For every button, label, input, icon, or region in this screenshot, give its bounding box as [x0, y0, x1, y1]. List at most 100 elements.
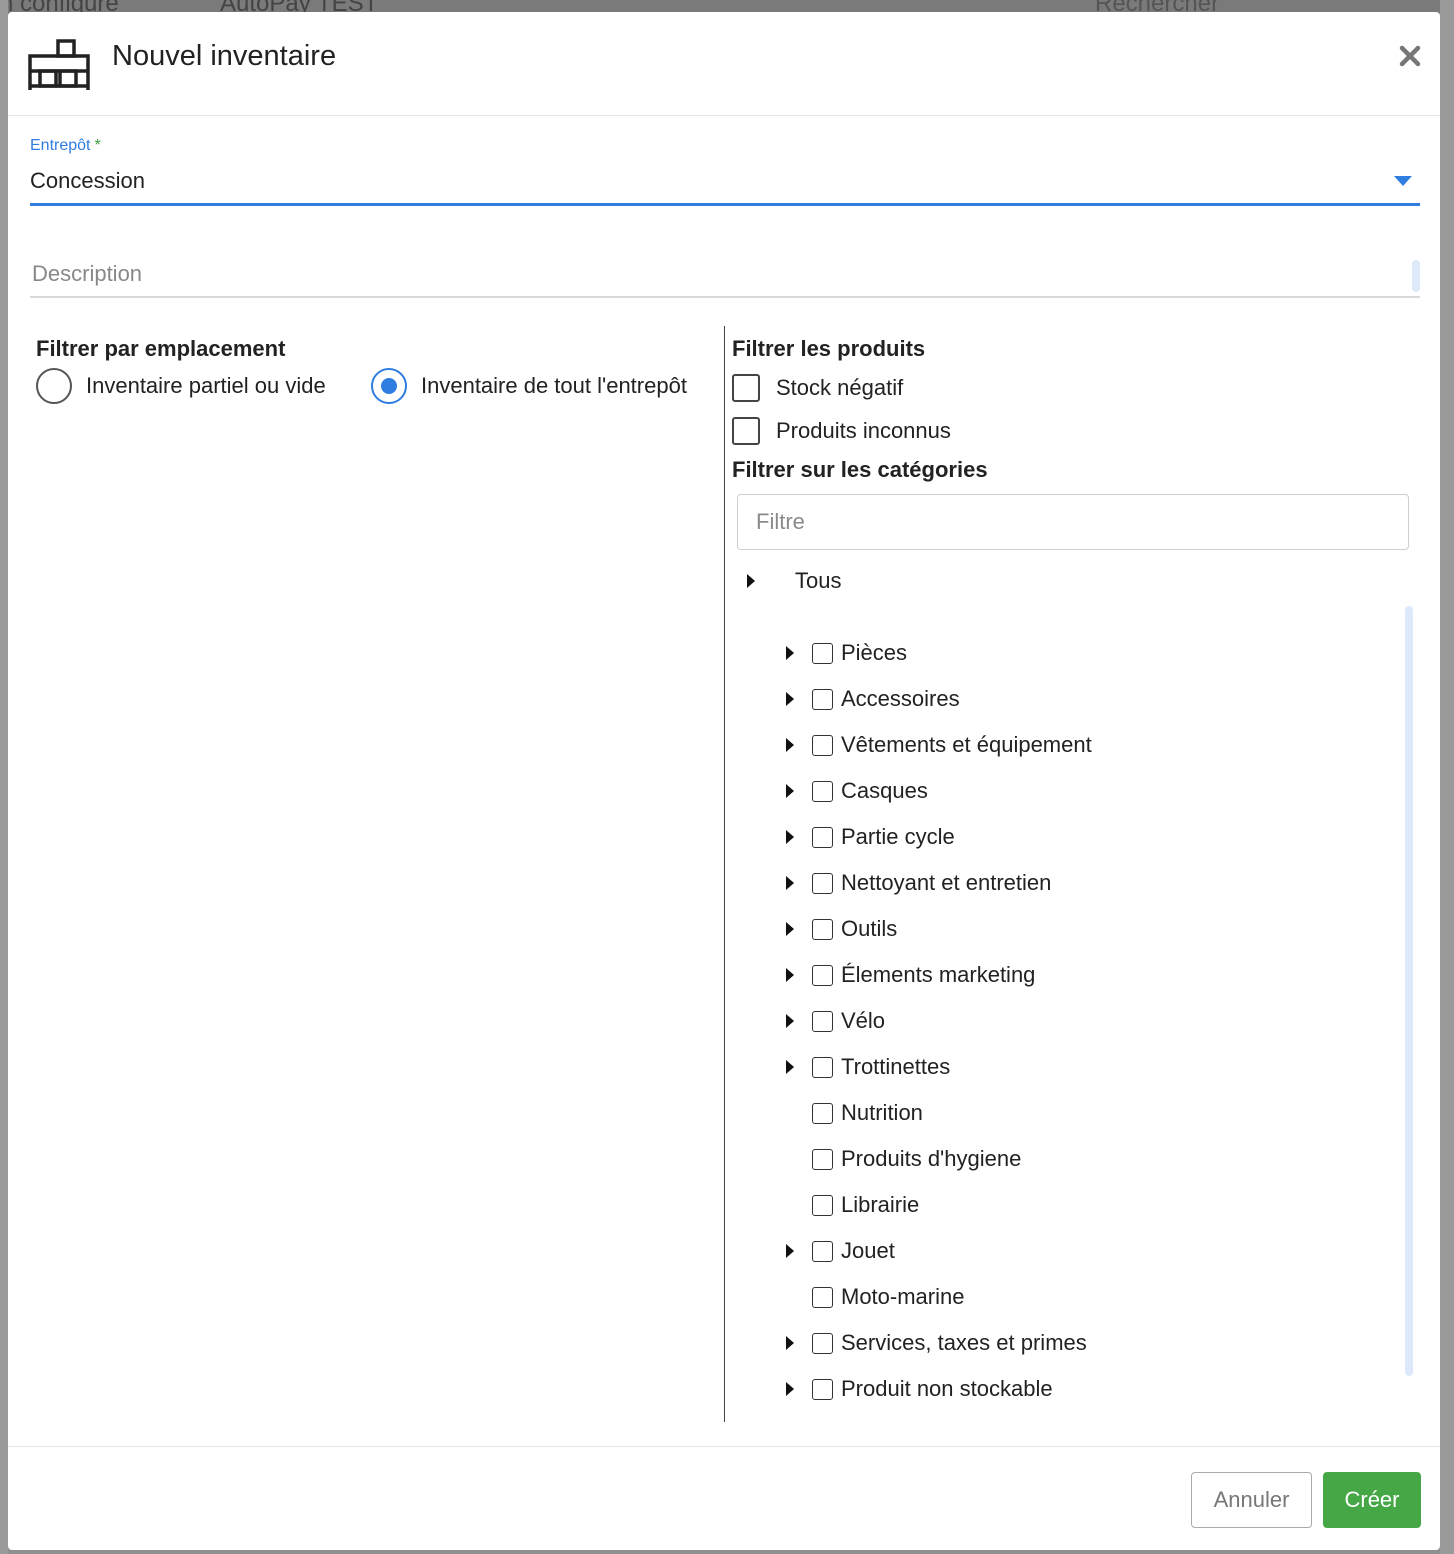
category-tree-item[interactable]: Jouet [778, 1228, 1398, 1274]
column-divider [724, 326, 725, 1422]
category-checkbox[interactable] [812, 642, 833, 664]
category-tree-item[interactable]: Partie cycle [778, 814, 1398, 860]
category-label: Librairie [841, 1192, 920, 1217]
category-checkbox[interactable] [812, 734, 833, 756]
expand-toggle[interactable] [778, 872, 804, 894]
category-label: Vélo [841, 1008, 886, 1033]
category-tree-item[interactable]: Vélo [778, 998, 1398, 1044]
category-checkbox[interactable] [812, 1010, 833, 1032]
category-tree-item[interactable]: Produit non stockable [778, 1366, 1398, 1412]
category-tree-item[interactable]: Moto-marine [778, 1274, 1398, 1320]
category-checkbox[interactable] [812, 826, 833, 848]
cancel-button[interactable]: Annuler [1191, 1472, 1312, 1528]
dialog-title: Nouvel inventaire [112, 40, 337, 72]
caret-right-icon[interactable] [786, 1382, 794, 1396]
chevron-down-icon [1394, 176, 1412, 186]
category-tree-item[interactable]: Nettoyant et entretien [778, 860, 1398, 906]
category-checkbox[interactable] [812, 872, 833, 894]
warehouse-label-text: Entrepôt [30, 137, 91, 154]
category-checkbox[interactable] [812, 1240, 833, 1262]
category-tree: Pièces Accessoires Vêtements et équipement… [778, 606, 1418, 1422]
caret-right-icon[interactable] [786, 1336, 794, 1350]
checkbox-unknown-products[interactable]: Produits inconnus [732, 417, 951, 445]
radio-partial-label: Inventaire partiel ou vide [86, 373, 326, 398]
category-checkbox[interactable] [812, 1194, 833, 1216]
expand-toggle[interactable] [778, 1332, 804, 1354]
caret-right-icon[interactable] [786, 738, 794, 752]
close-icon[interactable] [1396, 42, 1424, 70]
negative-stock-checkbox[interactable] [732, 374, 760, 402]
category-label: Trottinettes [841, 1054, 951, 1079]
expand-toggle[interactable] [778, 964, 804, 986]
category-tree-scrollbar[interactable] [1405, 606, 1413, 1376]
category-tree-item[interactable]: Outils [778, 906, 1398, 952]
category-tree-item[interactable]: Consommables [778, 1412, 1398, 1422]
expand-toggle[interactable] [778, 918, 804, 940]
expand-spacer [778, 1194, 804, 1216]
category-tree-item[interactable]: Librairie [778, 1182, 1398, 1228]
category-tree-item[interactable]: Vêtements et équipement [778, 722, 1398, 768]
description-scrollbar[interactable] [1412, 260, 1420, 292]
caret-right-icon[interactable] [786, 692, 794, 706]
background-left-edge [0, 0, 8, 1554]
expand-toggle[interactable] [778, 1240, 804, 1262]
radio-partial-inventory[interactable]: Inventaire partiel ou vide [36, 368, 326, 404]
expand-toggle[interactable] [778, 1056, 804, 1078]
category-checkbox[interactable] [812, 964, 833, 986]
category-checkbox[interactable] [812, 1378, 833, 1400]
category-checkbox[interactable] [812, 1056, 833, 1078]
create-button[interactable]: Créer [1323, 1472, 1421, 1528]
caret-right-icon[interactable] [786, 1014, 794, 1028]
warehouse-field-label: Entrepôt * [30, 137, 101, 155]
expand-toggle[interactable] [778, 688, 804, 710]
caret-right-icon[interactable] [786, 784, 794, 798]
category-checkbox[interactable] [812, 1286, 833, 1308]
radio-full-inventory[interactable]: Inventaire de tout l'entrepôt [371, 368, 687, 404]
category-tree-item[interactable]: Élements marketing [778, 952, 1398, 998]
category-tree-item[interactable]: Nutrition [778, 1090, 1398, 1136]
caret-right-icon[interactable] [786, 646, 794, 660]
category-label: Jouet [841, 1238, 895, 1263]
unknown-products-checkbox[interactable] [732, 417, 760, 445]
category-label: Produit non stockable [841, 1376, 1053, 1401]
category-tree-item[interactable]: Services, taxes et primes [778, 1320, 1398, 1366]
caret-right-icon[interactable] [786, 830, 794, 844]
category-checkbox[interactable] [812, 1148, 833, 1170]
expand-toggle[interactable] [778, 1378, 804, 1400]
category-label: Nutrition [841, 1100, 923, 1125]
category-tree-item[interactable]: Accessoires [778, 676, 1398, 722]
caret-right-icon[interactable] [747, 574, 755, 588]
expand-toggle[interactable] [778, 780, 804, 802]
expand-toggle[interactable] [778, 1010, 804, 1032]
caret-right-icon[interactable] [786, 1060, 794, 1074]
warehouse-select[interactable]: Concession [30, 162, 1420, 206]
expand-toggle[interactable] [778, 826, 804, 848]
description-input[interactable] [30, 260, 1400, 288]
expand-toggle[interactable] [778, 642, 804, 664]
category-tree-item[interactable]: Trottinettes [778, 1044, 1398, 1090]
radio-button-full[interactable] [371, 368, 407, 404]
caret-right-icon[interactable] [786, 1244, 794, 1258]
dialog-header: Nouvel inventaire [8, 12, 1440, 116]
category-tree-item[interactable]: Produits d'hygiene [778, 1136, 1398, 1182]
category-checkbox[interactable] [812, 780, 833, 802]
radio-button-partial[interactable] [36, 368, 72, 404]
category-tree-item[interactable]: Pièces [778, 630, 1398, 676]
category-label: Élements marketing [841, 962, 1036, 987]
unknown-products-label: Produits inconnus [776, 418, 951, 443]
caret-right-icon[interactable] [786, 968, 794, 982]
caret-right-icon[interactable] [786, 876, 794, 890]
expand-toggle[interactable] [778, 734, 804, 756]
category-filter-title: Filtrer sur les catégories [732, 457, 988, 482]
warehouse-shelves-icon [28, 39, 90, 90]
category-checkbox[interactable] [812, 1332, 833, 1354]
category-checkbox[interactable] [812, 918, 833, 940]
checkbox-negative-stock[interactable]: Stock négatif [732, 374, 903, 402]
category-checkbox[interactable] [812, 688, 833, 710]
category-checkbox[interactable] [812, 1102, 833, 1124]
category-tree-item[interactable]: Casques [778, 768, 1398, 814]
caret-right-icon[interactable] [786, 922, 794, 936]
category-filter-input[interactable] [737, 494, 1409, 550]
category-tree-root[interactable]: Tous [747, 568, 841, 594]
location-filter-title: Filtrer par emplacement [36, 336, 286, 361]
